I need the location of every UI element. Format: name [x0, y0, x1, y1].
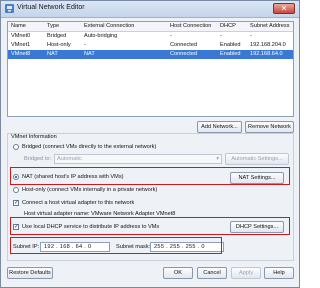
- table-cell: VMnet1: [11, 42, 31, 48]
- table-row[interactable]: VMnet1 Host-only - Connected Enabled 192…: [8, 41, 293, 50]
- table-cell: Enabled: [220, 51, 241, 57]
- restore-defaults-button[interactable]: Restore Defaults: [7, 267, 53, 279]
- table-cell: -: [84, 42, 86, 48]
- column-header-type[interactable]: Type: [47, 23, 59, 29]
- help-button[interactable]: Help: [264, 267, 294, 279]
- window-title: Virtual Network Editor: [17, 4, 85, 11]
- table-cell: VMnet0: [11, 33, 31, 39]
- table-cell: Enabled: [220, 42, 241, 48]
- network-icon: [5, 4, 14, 13]
- table-cell: -: [170, 33, 172, 39]
- close-button[interactable]: ✕: [273, 3, 295, 14]
- column-header-dhcp[interactable]: DHCP: [220, 23, 236, 29]
- table-header: Name Type External Connection Host Conne…: [8, 22, 293, 32]
- table-cell: Connected: [170, 42, 198, 48]
- automatic-settings-button[interactable]: Automatic Settings...: [225, 153, 289, 165]
- table-cell: 192.168.204.0: [250, 42, 286, 48]
- remove-network-button[interactable]: Remove Network: [245, 121, 294, 133]
- table-cell: Host-only: [47, 42, 71, 48]
- subnet-highlight-box: [10, 237, 222, 254]
- table-cell: NAT: [84, 51, 95, 57]
- connect-adapter-checkbox[interactable]: ✓: [13, 200, 19, 206]
- cancel-button[interactable]: Cancel: [197, 267, 227, 279]
- table-cell: VMnet8: [11, 51, 31, 57]
- column-header-name[interactable]: Name: [11, 23, 26, 29]
- bridged-to-select[interactable]: Automatic ▾: [54, 154, 222, 164]
- table-row-selected[interactable]: VMnet8 NAT NAT Connected Enabled 192.168…: [8, 50, 293, 59]
- hostonly-label: Host-only (connect VMs internally in a p…: [22, 187, 158, 193]
- title-bar: Virtual Network Editor ✕: [1, 1, 299, 18]
- column-header-subnet[interactable]: Subnet Address: [250, 23, 290, 29]
- network-table: Name Type External Connection Host Conne…: [7, 21, 294, 117]
- bridged-to-value: Automatic: [57, 156, 82, 162]
- column-header-external[interactable]: External Connection: [84, 23, 134, 29]
- close-icon: ✕: [280, 4, 288, 13]
- table-cell: Connected: [170, 51, 198, 57]
- table-cell: Bridged: [47, 33, 67, 39]
- table-cell: -: [220, 33, 222, 39]
- bridged-label: Bridged (connect VMs directly to the ext…: [22, 144, 157, 150]
- chevron-down-icon: ▾: [216, 156, 219, 162]
- ok-button[interactable]: OK: [163, 267, 193, 279]
- add-network-button[interactable]: Add Network...: [197, 121, 242, 133]
- apply-button[interactable]: Apply: [231, 267, 261, 279]
- bridged-radio[interactable]: [13, 144, 19, 150]
- virtual-network-editor-window: Virtual Network Editor ✕ Name Type Exter…: [0, 0, 300, 288]
- table-cell: NAT: [47, 51, 58, 57]
- hostonly-radio[interactable]: [13, 187, 19, 193]
- dhcp-highlight-box: [10, 217, 290, 235]
- table-cell: Auto-bridging: [84, 33, 118, 39]
- table-row[interactable]: VMnet0 Bridged Auto-bridging - - -: [8, 32, 293, 41]
- connect-adapter-label: Connect a host virtual adapter to this n…: [22, 200, 135, 206]
- bridged-to-label: Bridged to:: [24, 156, 52, 162]
- table-cell: -: [250, 33, 252, 39]
- table-cell: 192.168.64.0: [250, 51, 283, 57]
- nat-highlight-box: [10, 167, 290, 185]
- column-header-host[interactable]: Host Connection: [170, 23, 211, 29]
